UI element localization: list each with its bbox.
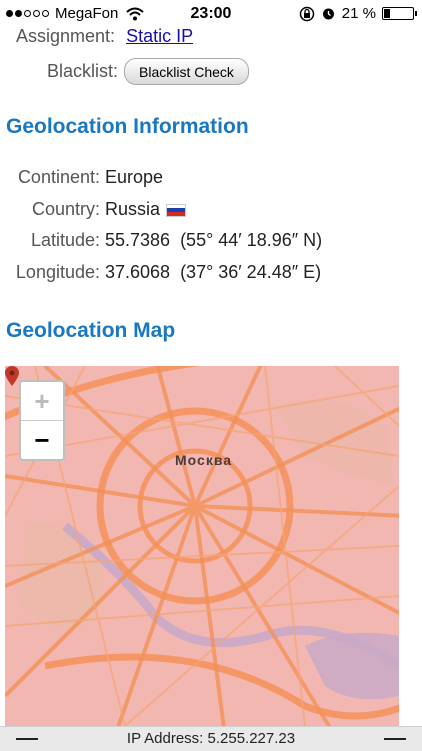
blacklist-label: Blacklist: <box>47 61 119 81</box>
geolocation-heading: Geolocation Information <box>6 115 249 138</box>
ip-address-text: IP Address: 5.255.227.23 <box>126 730 296 747</box>
map-zoom-control: + − <box>19 380 65 461</box>
location-marker-icon[interactable] <box>5 366 19 386</box>
continent-value: Europe <box>105 167 164 187</box>
country-label: Country: <box>31 199 100 219</box>
continent-row: Continent: Europe <box>0 167 422 193</box>
latitude-value: 55.7386 (55° 44′ 18.96″ N) <box>105 230 323 250</box>
country-value-wrap: Russia <box>105 199 187 220</box>
longitude-label: Longitude: <box>15 262 100 282</box>
continent-label: Continent: <box>17 167 100 187</box>
status-bar: MegaFon 23:00 21 % <box>0 0 422 28</box>
rotation-lock-icon <box>299 6 315 21</box>
battery-percent: 21 % <box>341 5 376 22</box>
bottom-bar: IP Address: 5.255.227.23 <box>0 726 422 751</box>
static-ip-link[interactable]: Static IP <box>126 26 193 46</box>
zoom-out-button[interactable]: − <box>21 421 63 459</box>
map-city-label: Москва <box>175 452 233 468</box>
battery-icon <box>382 7 417 20</box>
assignment-label: Assignment: <box>16 26 116 46</box>
assignment-row: Assignment: Static IP <box>16 26 193 47</box>
zoom-in-button[interactable]: + <box>21 382 63 421</box>
longitude-row: Longitude: 37.6068 (37° 36′ 24.48″ E) <box>0 262 422 288</box>
alarm-icon <box>322 8 334 20</box>
longitude-value: 37.6068 (37° 36′ 24.48″ E) <box>105 262 322 282</box>
blacklist-row: Blacklist: Blacklist Check <box>47 58 249 85</box>
russia-flag-icon <box>166 203 187 217</box>
geolocation-map[interactable]: + − Москва <box>5 366 399 726</box>
right-dash-icon[interactable] <box>384 738 406 740</box>
status-right: 21 % <box>299 5 417 22</box>
latitude-row: Latitude: 55.7386 (55° 44′ 18.96″ N) <box>0 230 422 256</box>
country-row: Country: Russia <box>0 199 422 225</box>
latitude-label: Latitude: <box>30 230 100 250</box>
blacklist-check-button[interactable]: Blacklist Check <box>124 58 249 85</box>
country-value: Russia <box>105 199 161 219</box>
geolocation-map-heading: Geolocation Map <box>6 319 176 342</box>
